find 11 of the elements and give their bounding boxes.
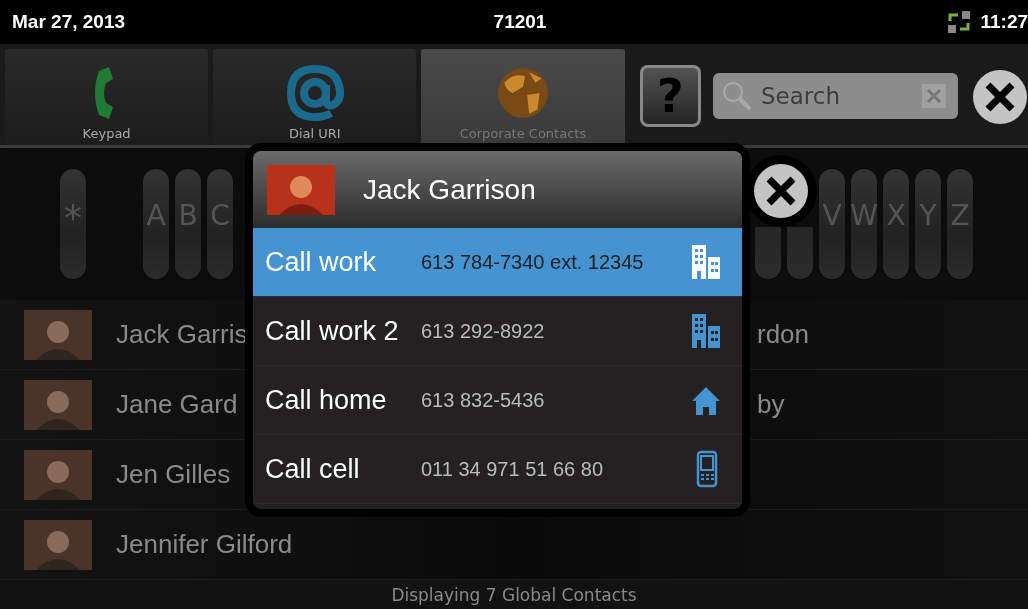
extension-number: 71201 (492, 11, 548, 33)
contact-name: rdon (757, 319, 811, 350)
contact-name: Jennifer Gilford (116, 529, 293, 560)
contact-name: Jen Gilles (116, 459, 231, 490)
status-date: Mar 27, 2013 (12, 11, 127, 33)
contact-name: Jack Garris (116, 319, 248, 350)
contact-count: Displaying 7 Global Contacts (0, 580, 1028, 609)
dialog-title: Jack Garrison (363, 173, 536, 206)
contact-name: by (757, 389, 786, 420)
contact-name: Jane Gard (116, 389, 238, 420)
status-time: 11:27 (980, 11, 1028, 33)
